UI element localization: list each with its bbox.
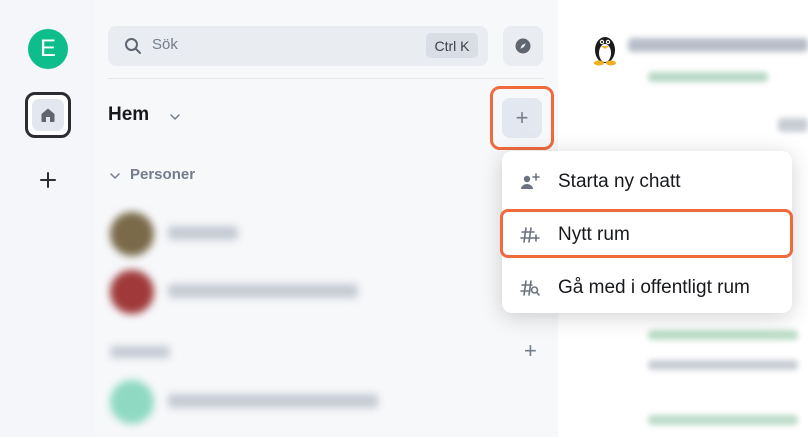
add-room-button[interactable]: +	[524, 338, 537, 364]
home-space-button[interactable]	[25, 92, 71, 138]
room-list-items	[108, 208, 508, 438]
new-room-highlight	[500, 209, 793, 258]
people-section-header[interactable]: Personer	[130, 166, 195, 183]
list-item	[168, 394, 378, 408]
search-shortcut-badge: Ctrl K	[426, 33, 478, 58]
search-icon	[125, 38, 141, 54]
user-avatar[interactable]: E	[28, 29, 68, 69]
menu-item-start-chat[interactable]: Starta ny chatt	[502, 157, 792, 207]
compass-icon	[515, 38, 531, 54]
plus-icon	[40, 172, 56, 188]
chevron-down-icon[interactable]	[109, 170, 121, 182]
hash-search-icon	[502, 279, 558, 297]
chevron-down-icon[interactable]	[169, 111, 181, 123]
list-item	[168, 284, 358, 298]
create-space-button[interactable]	[34, 166, 62, 194]
room-avatar	[594, 37, 616, 66]
explore-rooms-button[interactable]	[503, 26, 543, 66]
divider	[108, 78, 544, 79]
avatar	[110, 270, 154, 314]
avatar	[110, 212, 154, 256]
menu-item-join-public-room[interactable]: Gå med i offentligt rum	[502, 263, 792, 313]
avatar	[110, 380, 154, 424]
section-header	[110, 346, 170, 358]
new-chat-icon	[502, 173, 558, 191]
room-list-title[interactable]: Hem	[108, 104, 149, 126]
menu-item-label: Starta ny chatt	[558, 171, 681, 192]
menu-item-label: Gå med i offentligt rum	[558, 277, 750, 298]
avatar-letter: E	[39, 35, 56, 62]
list-item	[168, 226, 238, 240]
home-icon	[32, 99, 64, 131]
search-placeholder: Sök	[152, 36, 178, 53]
add-button[interactable]: +	[502, 98, 542, 138]
